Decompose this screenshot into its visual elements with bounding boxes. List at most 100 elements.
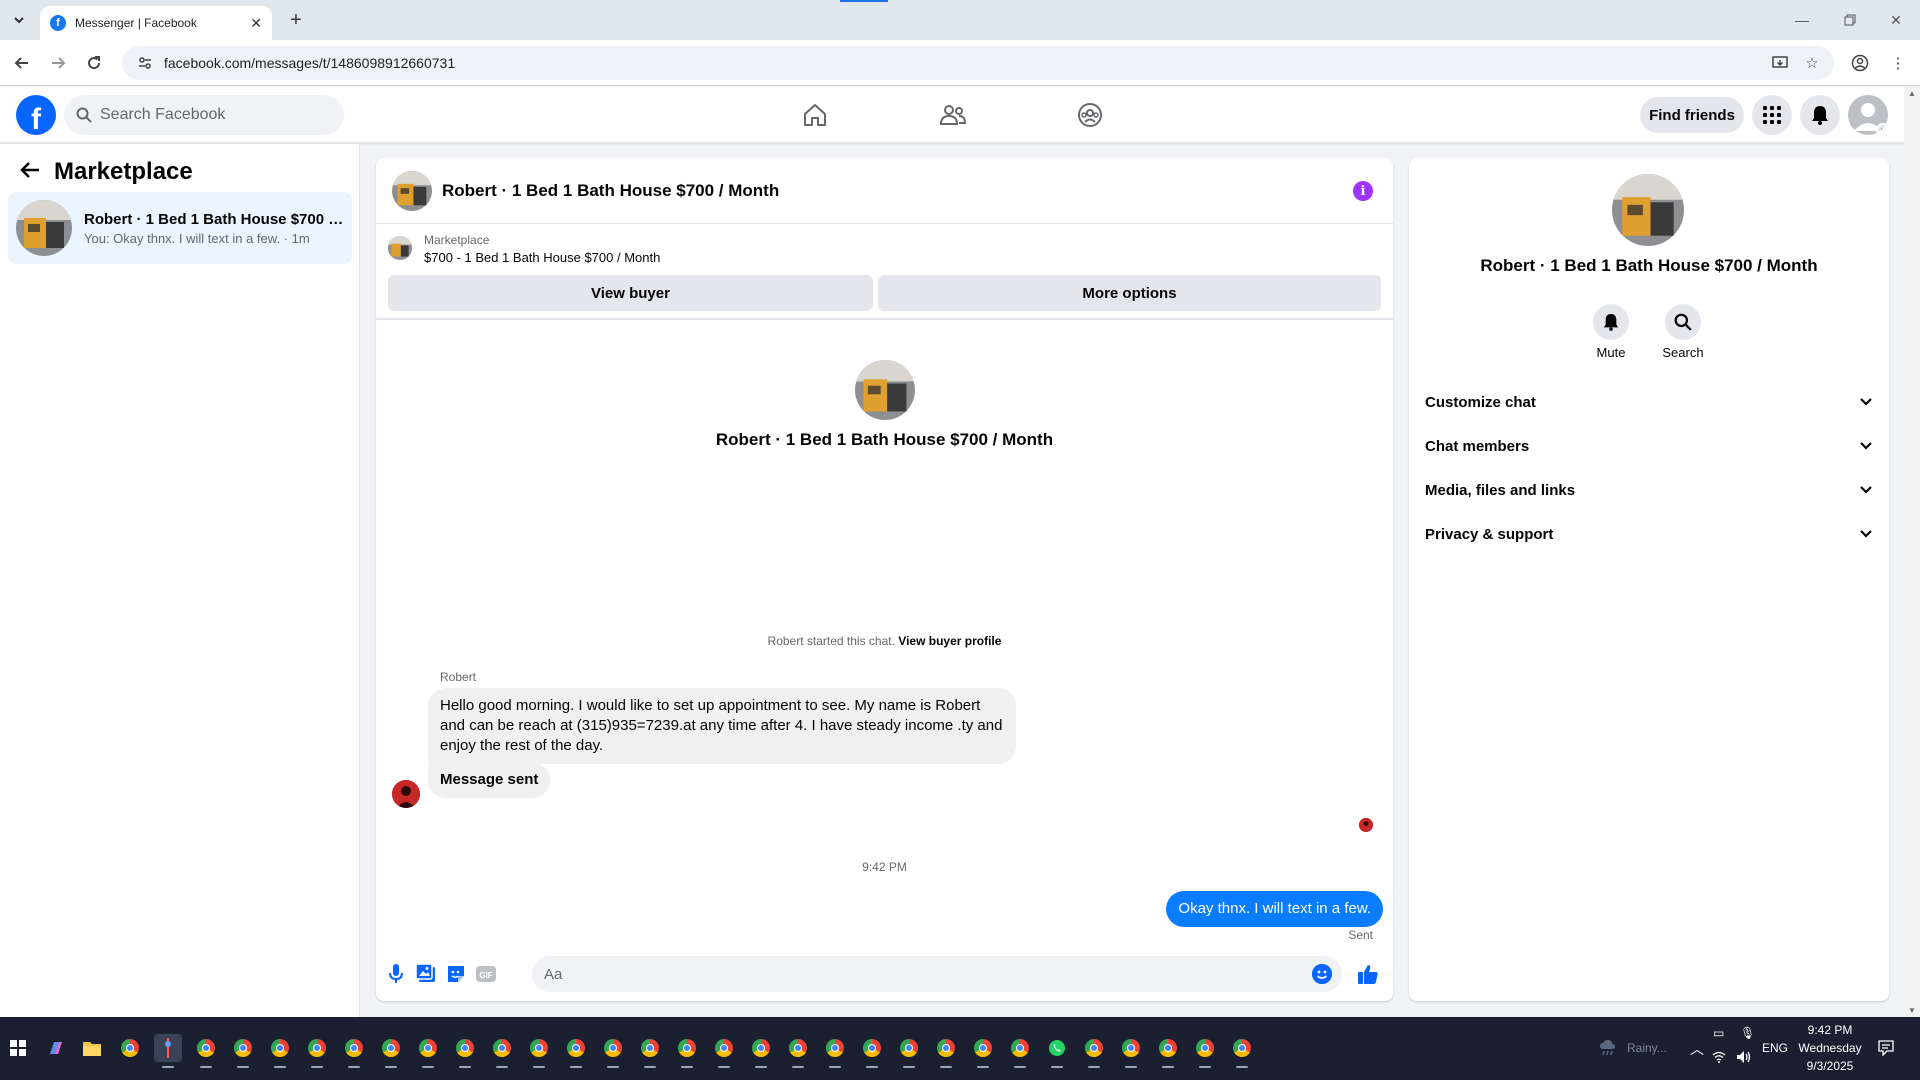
new-tab-button[interactable]: + <box>284 8 308 32</box>
conversation-item[interactable]: Robert · 1 Bed 1 Bath House $700 /... Yo… <box>8 192 352 264</box>
emoji-icon[interactable] <box>1312 964 1332 984</box>
microphone-tray-icon[interactable]: 🎙 <box>1740 1026 1755 1040</box>
sticker-icon[interactable] <box>444 962 468 986</box>
weather-icon[interactable] <box>1594 1034 1622 1062</box>
chrome-taskbar-icon[interactable] <box>969 1034 997 1068</box>
facebook-search-input[interactable] <box>100 106 320 124</box>
chrome-taskbar-icon[interactable] <box>451 1034 479 1068</box>
gif-icon[interactable]: GIF <box>474 962 498 986</box>
message-input-box[interactable] <box>532 956 1342 992</box>
chrome-taskbar-icon[interactable] <box>747 1034 775 1068</box>
address-bar[interactable]: facebook.com/messages/t/1486098912660731 <box>122 46 1834 80</box>
chrome-taskbar-icon[interactable] <box>303 1034 331 1068</box>
chrome-taskbar-icon[interactable] <box>562 1034 590 1068</box>
home-icon[interactable] <box>795 95 835 135</box>
chrome-taskbar-icon[interactable] <box>414 1034 442 1068</box>
weather-text[interactable]: Rainy... <box>1627 1041 1667 1055</box>
chrome-taskbar-icon[interactable] <box>710 1034 738 1068</box>
chrome-taskbar-icon[interactable] <box>116 1034 144 1062</box>
profile-icon[interactable] <box>1848 51 1872 75</box>
chrome-taskbar-icon[interactable] <box>932 1034 960 1068</box>
chrome-taskbar-icon[interactable] <box>488 1034 516 1068</box>
chrome-taskbar-icon[interactable] <box>377 1034 405 1068</box>
windows-start-icon[interactable] <box>4 1034 32 1062</box>
incoming-message[interactable]: Message sent <box>428 762 551 798</box>
more-options-button[interactable]: More options <box>878 275 1381 311</box>
chrome-taskbar-icon[interactable] <box>192 1034 220 1068</box>
restore-window-icon[interactable] <box>1838 8 1862 32</box>
notification-center-icon[interactable] <box>1872 1034 1900 1062</box>
customize-chat-row[interactable]: Customize chat <box>1409 380 1889 424</box>
view-buyer-button[interactable]: View buyer <box>388 275 873 311</box>
whatsapp-icon[interactable] <box>1043 1034 1071 1068</box>
menu-grid-icon[interactable] <box>1752 95 1792 135</box>
media-files-links-row[interactable]: Media, files and links <box>1409 468 1889 512</box>
message-input[interactable] <box>544 965 1284 983</box>
friends-icon[interactable] <box>933 95 973 135</box>
info-avatar[interactable] <box>1612 174 1684 246</box>
back-icon[interactable] <box>10 51 34 75</box>
chrome-taskbar-icon[interactable] <box>895 1034 923 1068</box>
sender-avatar[interactable] <box>392 780 420 808</box>
browser-tab[interactable]: f Messenger | Facebook ✕ <box>40 6 272 40</box>
chrome-taskbar-icon[interactable] <box>340 1034 368 1068</box>
clock-day[interactable]: Wednesday <box>1798 1041 1862 1055</box>
active-app-icon[interactable] <box>154 1034 182 1068</box>
tray-chevron-up-icon[interactable]: ︿ <box>1690 1039 1704 1059</box>
chrome-taskbar-icon[interactable] <box>229 1034 257 1068</box>
reload-icon[interactable] <box>82 51 106 75</box>
close-tab-icon[interactable]: ✕ <box>250 15 262 32</box>
chat-title[interactable]: Robert · 1 Bed 1 Bath House $700 / Month <box>442 181 779 201</box>
outgoing-message[interactable]: Okay thnx. I will text in a few. <box>1166 891 1383 927</box>
clock-time[interactable]: 9:42 PM <box>1798 1023 1862 1037</box>
forward-icon[interactable] <box>46 51 70 75</box>
facebook-search[interactable] <box>64 95 344 135</box>
volume-icon[interactable] <box>1736 1050 1752 1067</box>
back-arrow-icon[interactable] <box>20 159 40 185</box>
wifi-icon[interactable] <box>1712 1051 1726 1066</box>
chrome-taskbar-icon[interactable] <box>1080 1034 1108 1068</box>
chat-members-row[interactable]: Chat members <box>1409 424 1889 468</box>
thumbs-up-icon[interactable] <box>1356 962 1380 986</box>
site-info-icon[interactable] <box>136 54 154 72</box>
chrome-taskbar-icon[interactable] <box>1117 1034 1145 1068</box>
minimize-window-icon[interactable]: — <box>1790 8 1814 32</box>
search-action[interactable]: Search <box>1648 304 1718 360</box>
account-avatar[interactable]: ▾ <box>1848 95 1888 135</box>
file-explorer-icon[interactable] <box>78 1034 106 1062</box>
chrome-taskbar-icon[interactable] <box>1191 1034 1219 1068</box>
chrome-taskbar-icon[interactable] <box>599 1034 627 1068</box>
chrome-taskbar-icon[interactable] <box>1006 1034 1034 1068</box>
info-icon[interactable]: i <box>1353 181 1373 201</box>
close-window-icon[interactable]: ✕ <box>1884 8 1908 32</box>
bookmark-star-icon[interactable]: ☆ <box>1800 51 1824 75</box>
chrome-taskbar-icon[interactable] <box>525 1034 553 1068</box>
privacy-support-row[interactable]: Privacy & support <box>1409 512 1889 556</box>
incoming-message[interactable]: Hello good morning. I would like to set … <box>428 688 1016 764</box>
copilot-icon[interactable] <box>42 1034 70 1062</box>
find-friends-button[interactable]: Find friends <box>1640 97 1744 133</box>
chat-avatar[interactable] <box>392 170 432 211</box>
language-indicator[interactable]: ENG <box>1762 1041 1788 1055</box>
chrome-taskbar-icon[interactable] <box>266 1034 294 1068</box>
tab-search-button[interactable] <box>7 9 31 31</box>
groups-icon[interactable] <box>1070 95 1110 135</box>
chrome-taskbar-icon[interactable] <box>821 1034 849 1068</box>
photo-icon[interactable] <box>414 962 438 986</box>
chrome-taskbar-icon[interactable] <box>858 1034 886 1068</box>
chrome-taskbar-icon[interactable] <box>1154 1034 1182 1068</box>
browser-menu-icon[interactable]: ⋮ <box>1886 51 1910 75</box>
chrome-taskbar-icon[interactable] <box>784 1034 812 1068</box>
chrome-taskbar-icon[interactable] <box>636 1034 664 1068</box>
install-app-icon[interactable] <box>1768 51 1792 75</box>
microphone-icon[interactable] <box>384 962 408 986</box>
clock-date[interactable]: 9/3/2025 <box>1798 1059 1862 1073</box>
scroll-up-icon[interactable]: ▲ <box>1908 89 1916 98</box>
scroll-down-icon[interactable]: ▼ <box>1908 1006 1916 1015</box>
page-scrollbar[interactable]: ▲ ▼ <box>1904 87 1920 1017</box>
meet-now-icon[interactable]: ▭ <box>1713 1026 1724 1040</box>
notifications-bell-icon[interactable] <box>1800 95 1840 135</box>
view-buyer-profile-link[interactable]: View buyer profile <box>898 634 1001 648</box>
facebook-logo[interactable]: f <box>16 95 56 135</box>
chrome-taskbar-icon[interactable] <box>673 1034 701 1068</box>
